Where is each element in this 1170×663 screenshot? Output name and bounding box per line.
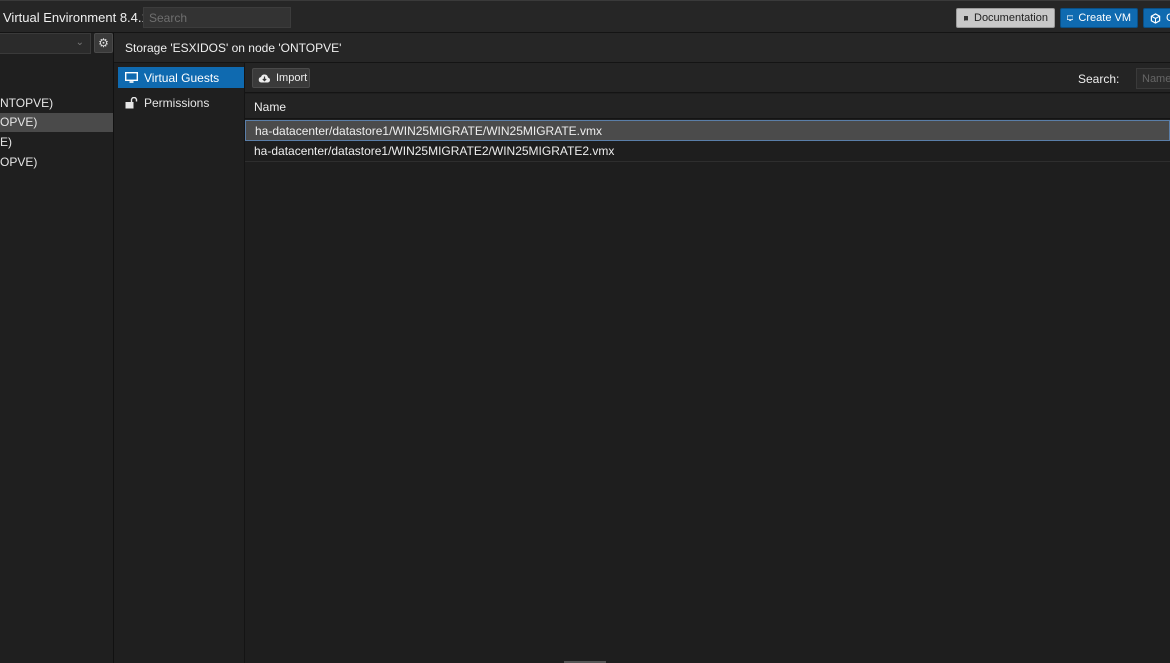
- chevron-down-icon: ⌄: [75, 37, 84, 48]
- tab-permissions-label: Permissions: [144, 95, 210, 110]
- tree-item[interactable]: OPVE): [0, 113, 113, 132]
- app-title: Virtual Environment 8.4.1: [3, 10, 149, 25]
- create-ct-label: C: [1166, 12, 1170, 24]
- tab-virtual-guests[interactable]: Virtual Guests: [118, 67, 244, 88]
- import-label: Import: [276, 72, 308, 84]
- cube-icon: [1150, 12, 1161, 24]
- monitor-icon: [125, 71, 138, 83]
- create-ct-button[interactable]: C: [1143, 8, 1170, 28]
- create-vm-label: Create VM: [1078, 12, 1131, 24]
- tree-item-label: OPVE): [0, 155, 38, 169]
- grid-toolbar: Import Search:: [245, 63, 1170, 93]
- tree-item[interactable]: E): [0, 133, 113, 152]
- search-label: Search:: [1078, 72, 1120, 86]
- virtual-guests-grid-panel: Import Search: Name ha-datacenter/datast…: [245, 63, 1170, 663]
- documentation-label: Documentation: [974, 12, 1048, 24]
- tree-item[interactable]: NTOPVE): [0, 94, 113, 113]
- row-name: ha-datacenter/datastore1/WIN25MIGRATE2/W…: [254, 144, 615, 158]
- gear-icon[interactable]: ⚙: [94, 33, 113, 53]
- table-row[interactable]: ha-datacenter/datastore1/WIN25MIGRATE2/W…: [245, 141, 1170, 162]
- tree-view-select[interactable]: ⌄: [0, 33, 91, 54]
- storage-header: Storage 'ESXIDOS' on node 'ONTOPVE': [114, 33, 1170, 63]
- unlock-icon: [125, 96, 138, 108]
- tree-item[interactable]: OPVE): [0, 153, 113, 172]
- book-icon: [964, 15, 968, 21]
- global-search-input[interactable]: [143, 7, 291, 28]
- monitor-icon: [1067, 14, 1074, 21]
- row-name: ha-datacenter/datastore1/WIN25MIGRATE/WI…: [255, 124, 602, 138]
- top-bar: Virtual Environment 8.4.1 Documentation …: [0, 0, 1170, 33]
- column-header-name[interactable]: Name: [254, 100, 286, 114]
- documentation-button[interactable]: Documentation: [956, 8, 1055, 28]
- table-row[interactable]: ha-datacenter/datastore1/WIN25MIGRATE/WI…: [245, 120, 1170, 141]
- tree-item-label: OPVE): [0, 115, 38, 129]
- page-title: Storage 'ESXIDOS' on node 'ONTOPVE': [125, 41, 342, 55]
- tree-item-label: E): [0, 135, 12, 149]
- column-header: Name: [245, 94, 1170, 119]
- resource-tree-panel: ⌄ ⚙ NTOPVE) OPVE) E) OPVE): [0, 33, 114, 663]
- create-vm-button[interactable]: Create VM: [1060, 8, 1138, 28]
- cloud-download-icon: [258, 74, 271, 83]
- tab-permissions[interactable]: Permissions: [118, 92, 244, 113]
- name-search-input[interactable]: [1136, 68, 1170, 89]
- storage-subnav: Virtual Guests Permissions: [114, 63, 245, 663]
- tree-item-label: NTOPVE): [0, 96, 54, 110]
- import-button[interactable]: Import: [252, 68, 310, 88]
- tab-virtual-guests-label: Virtual Guests: [144, 70, 220, 85]
